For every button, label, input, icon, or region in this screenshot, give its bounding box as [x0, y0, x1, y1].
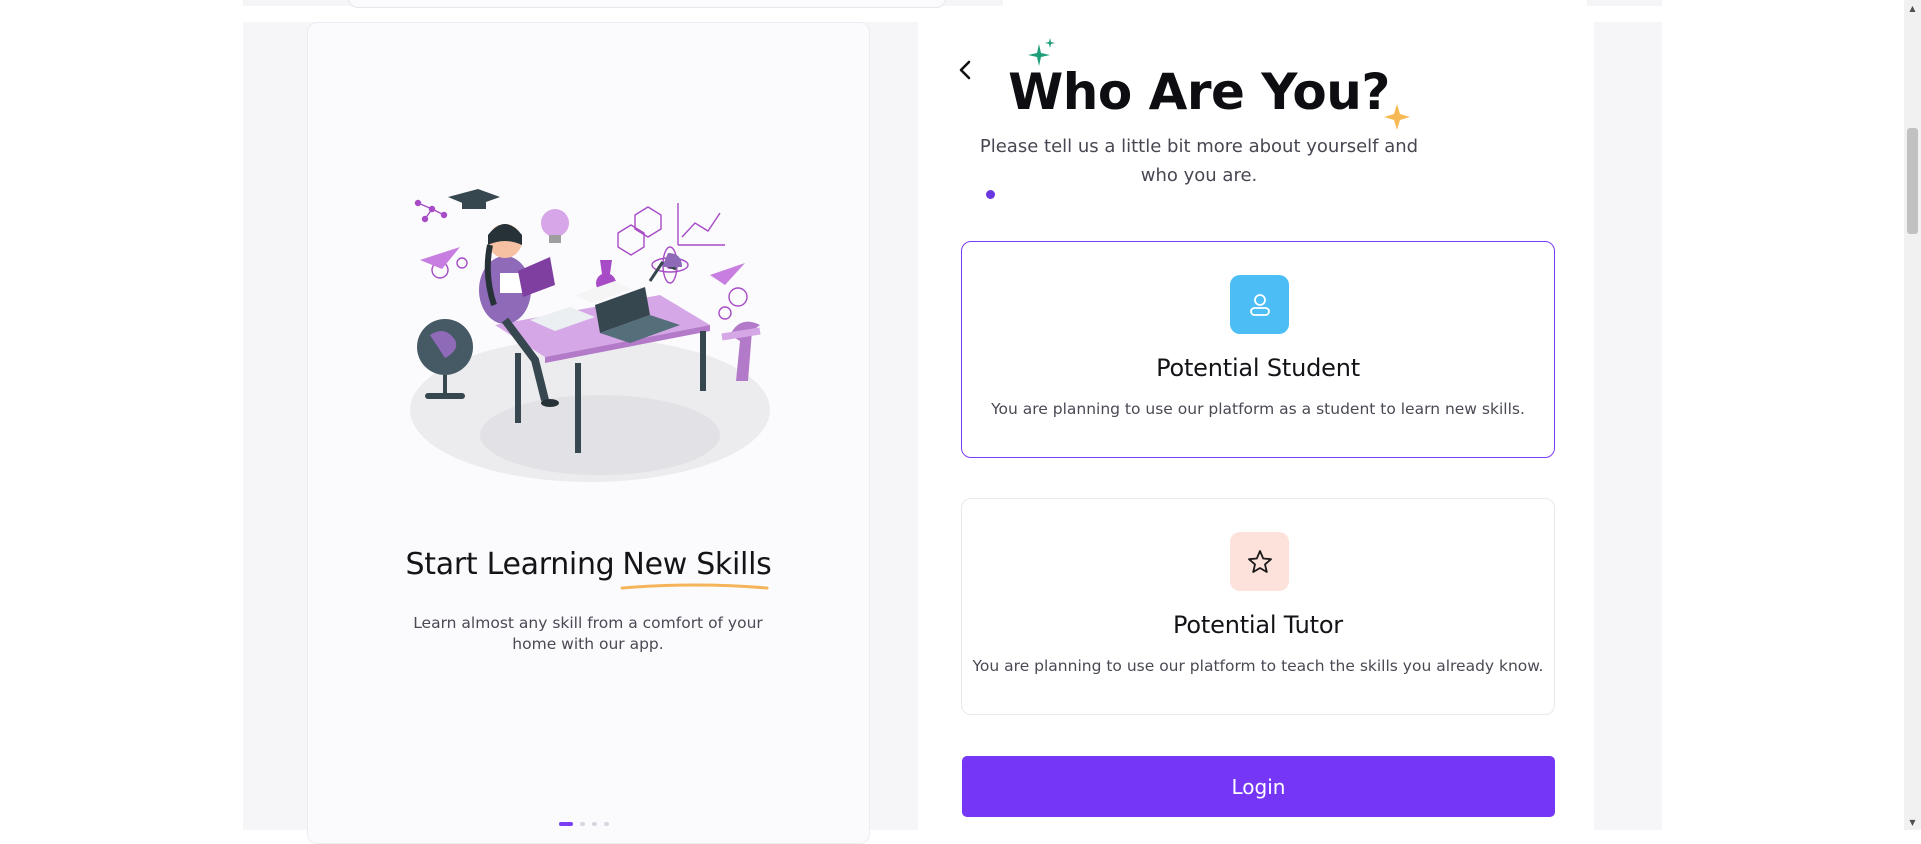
- carousel-title: Start Learning New Skills: [307, 547, 870, 590]
- title-underline-decoration: [620, 583, 769, 590]
- decorative-dot: [986, 190, 995, 199]
- scroll-down-arrow-icon[interactable]: ▼: [1904, 814, 1921, 830]
- role-icon-student: [1230, 275, 1289, 334]
- carousel-description: Learn almost any skill from a comfort of…: [413, 614, 763, 653]
- scroll-up-arrow-icon[interactable]: ▲: [1904, 0, 1921, 16]
- role-description-student: You are planning to use our platform as …: [991, 400, 1525, 418]
- top-strip-right: [1587, 0, 1662, 6]
- carousel-title-part2: New Skills: [622, 547, 772, 582]
- carousel-dot[interactable]: [604, 821, 609, 826]
- page-title: Who Are You?: [1008, 63, 1390, 121]
- page-subtitle: Please tell us a little bit more about y…: [979, 136, 1419, 186]
- role-icon-tutor: [1230, 532, 1289, 591]
- carousel-dot[interactable]: [580, 821, 585, 826]
- carousel-indicator: [559, 821, 609, 826]
- role-title-student: Potential Student: [1156, 354, 1360, 382]
- top-search-pill: [348, 0, 946, 8]
- role-card-student[interactable]: Potential Student You are planning to us…: [961, 241, 1555, 458]
- carousel-title-highlight: New Skills: [620, 547, 772, 590]
- star-icon: [1247, 549, 1272, 573]
- role-description-tutor: You are planning to use our platform to …: [972, 657, 1544, 675]
- scrollbar-thumb[interactable]: [1907, 128, 1918, 234]
- student-studying-illustration: [410, 189, 770, 482]
- user-icon: [1249, 293, 1270, 316]
- role-title-tutor: Potential Tutor: [1173, 611, 1343, 639]
- right-edge-background: [1594, 22, 1662, 830]
- login-button[interactable]: Login: [962, 756, 1555, 817]
- carousel-title-part1: Start Learning: [405, 547, 615, 582]
- role-card-tutor[interactable]: Potential Tutor You are planning to use …: [961, 498, 1555, 715]
- carousel-dot[interactable]: [592, 821, 597, 826]
- vertical-scrollbar[interactable]: ▲ ▼: [1904, 0, 1921, 830]
- carousel-dot-active[interactable]: [559, 821, 573, 826]
